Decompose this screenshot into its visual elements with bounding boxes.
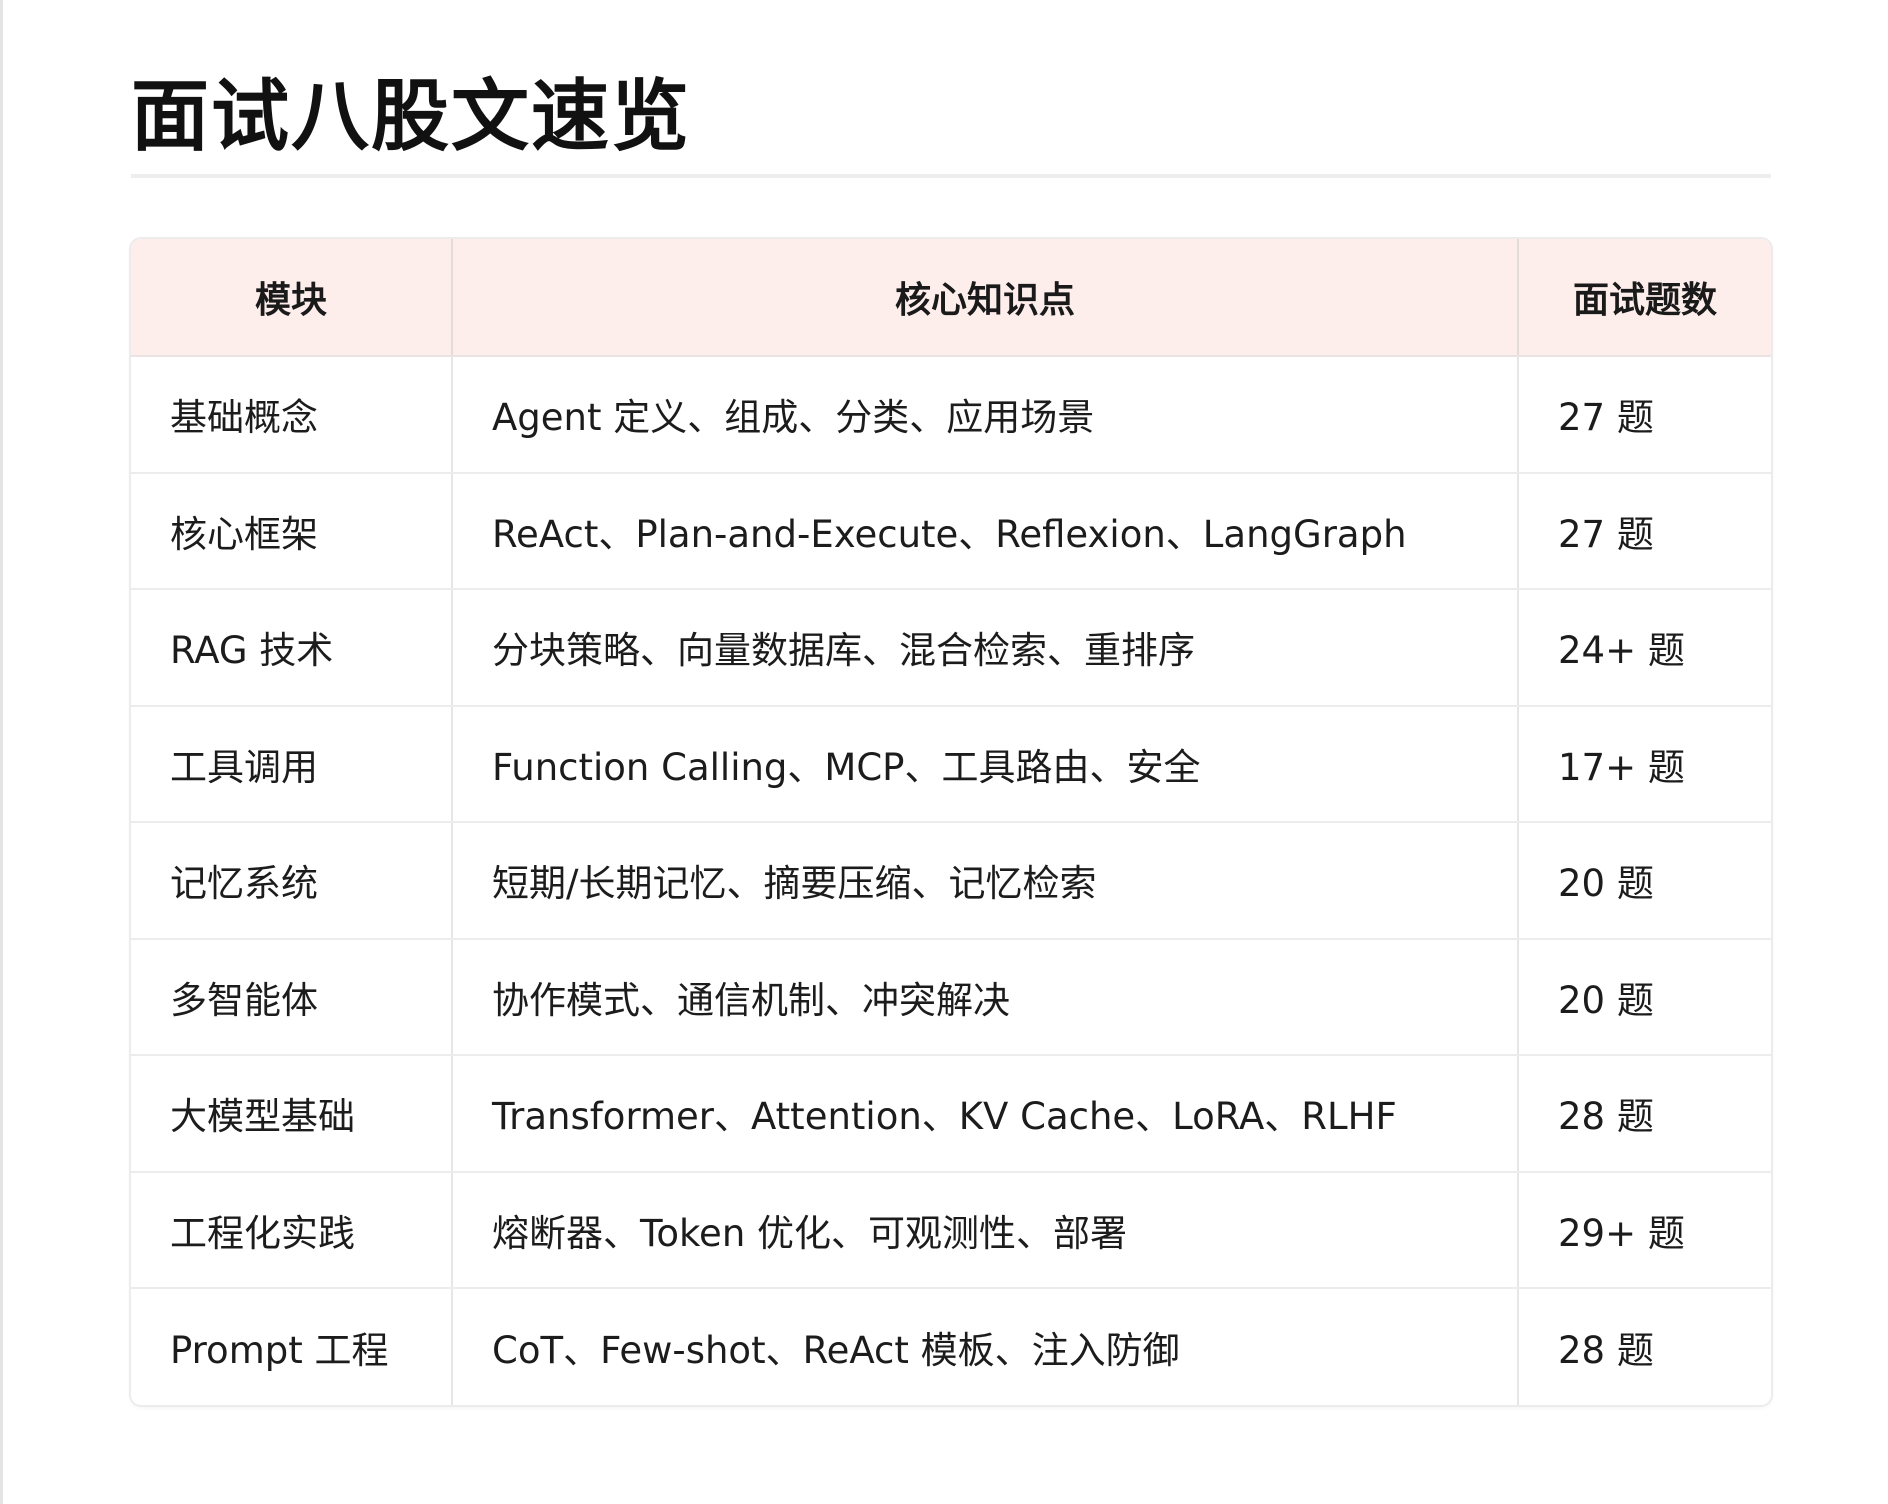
cell-module: 记忆系统 xyxy=(131,822,453,940)
cell-module: Prompt 工程 xyxy=(131,1288,453,1405)
table-row: 多智能体 协作模式、通信机制、冲突解决 20 题 xyxy=(131,938,1771,1056)
cell-question-count: 20 题 xyxy=(1518,822,1771,940)
cell-core-points: Agent 定义、组成、分类、应用场景 xyxy=(452,356,1519,474)
cell-module: RAG 技术 xyxy=(131,589,453,707)
header-core-points: 核心知识点 xyxy=(452,239,1519,357)
cell-module: 大模型基础 xyxy=(131,1055,453,1173)
cell-core-points: Transformer、Attention、KV Cache、LoRA、RLHF xyxy=(452,1055,1519,1173)
table-row: 工具调用 Function Calling、MCP、工具路由、安全 17+ 题 xyxy=(131,705,1771,823)
header-module: 模块 xyxy=(131,239,453,357)
cell-module: 工具调用 xyxy=(131,705,453,823)
title-divider xyxy=(131,174,1771,178)
table-header-row: 模块 核心知识点 面试题数 xyxy=(131,239,1771,357)
cell-module: 核心框架 xyxy=(131,472,453,590)
cell-question-count: 20 题 xyxy=(1518,938,1771,1056)
table-row: 工程化实践 熔断器、Token 优化、可观测性、部署 29+ 题 xyxy=(131,1171,1771,1289)
cell-module: 多智能体 xyxy=(131,938,453,1056)
header-question-count: 面试题数 xyxy=(1518,239,1771,357)
overview-table: 模块 核心知识点 面试题数 基础概念 Agent 定义、组成、分类、应用场景 2… xyxy=(131,239,1771,1405)
cell-core-points: ReAct、Plan-and-Execute、Reflexion、LangGra… xyxy=(452,472,1519,590)
cell-module: 工程化实践 xyxy=(131,1171,453,1289)
cell-question-count: 24+ 题 xyxy=(1518,589,1771,707)
overview-table-container: 模块 核心知识点 面试题数 基础概念 Agent 定义、组成、分类、应用场景 2… xyxy=(131,239,1771,1405)
cell-core-points: 短期/长期记忆、摘要压缩、记忆检索 xyxy=(452,822,1519,940)
cell-core-points: 熔断器、Token 优化、可观测性、部署 xyxy=(452,1171,1519,1289)
cell-question-count: 28 题 xyxy=(1518,1055,1771,1173)
table-row: 基础概念 Agent 定义、组成、分类、应用场景 27 题 xyxy=(131,356,1771,474)
cell-core-points: 分块策略、向量数据库、混合检索、重排序 xyxy=(452,589,1519,707)
cell-question-count: 27 题 xyxy=(1518,472,1771,590)
table-row: 记忆系统 短期/长期记忆、摘要压缩、记忆检索 20 题 xyxy=(131,822,1771,940)
table-row: Prompt 工程 CoT、Few-shot、ReAct 模板、注入防御 28 … xyxy=(131,1288,1771,1405)
table-header: 模块 核心知识点 面试题数 xyxy=(131,239,1771,357)
left-edge-rule xyxy=(0,0,3,1504)
cell-question-count: 17+ 题 xyxy=(1518,705,1771,823)
table-row: 核心框架 ReAct、Plan-and-Execute、Reflexion、La… xyxy=(131,472,1771,590)
cell-question-count: 29+ 题 xyxy=(1518,1171,1771,1289)
cell-core-points: 协作模式、通信机制、冲突解决 xyxy=(452,938,1519,1056)
table-body: 基础概念 Agent 定义、组成、分类、应用场景 27 题 核心框架 ReAct… xyxy=(131,356,1771,1405)
cell-module: 基础概念 xyxy=(131,356,453,474)
cell-core-points: CoT、Few-shot、ReAct 模板、注入防御 xyxy=(452,1288,1519,1405)
table-row: RAG 技术 分块策略、向量数据库、混合检索、重排序 24+ 题 xyxy=(131,589,1771,707)
cell-core-points: Function Calling、MCP、工具路由、安全 xyxy=(452,705,1519,823)
cell-question-count: 27 题 xyxy=(1518,356,1771,474)
cell-question-count: 28 题 xyxy=(1558,1328,1654,1372)
table-row: 大模型基础 Transformer、Attention、KV Cache、LoR… xyxy=(131,1055,1771,1173)
page-title: 面试八股文速览 xyxy=(131,71,692,162)
